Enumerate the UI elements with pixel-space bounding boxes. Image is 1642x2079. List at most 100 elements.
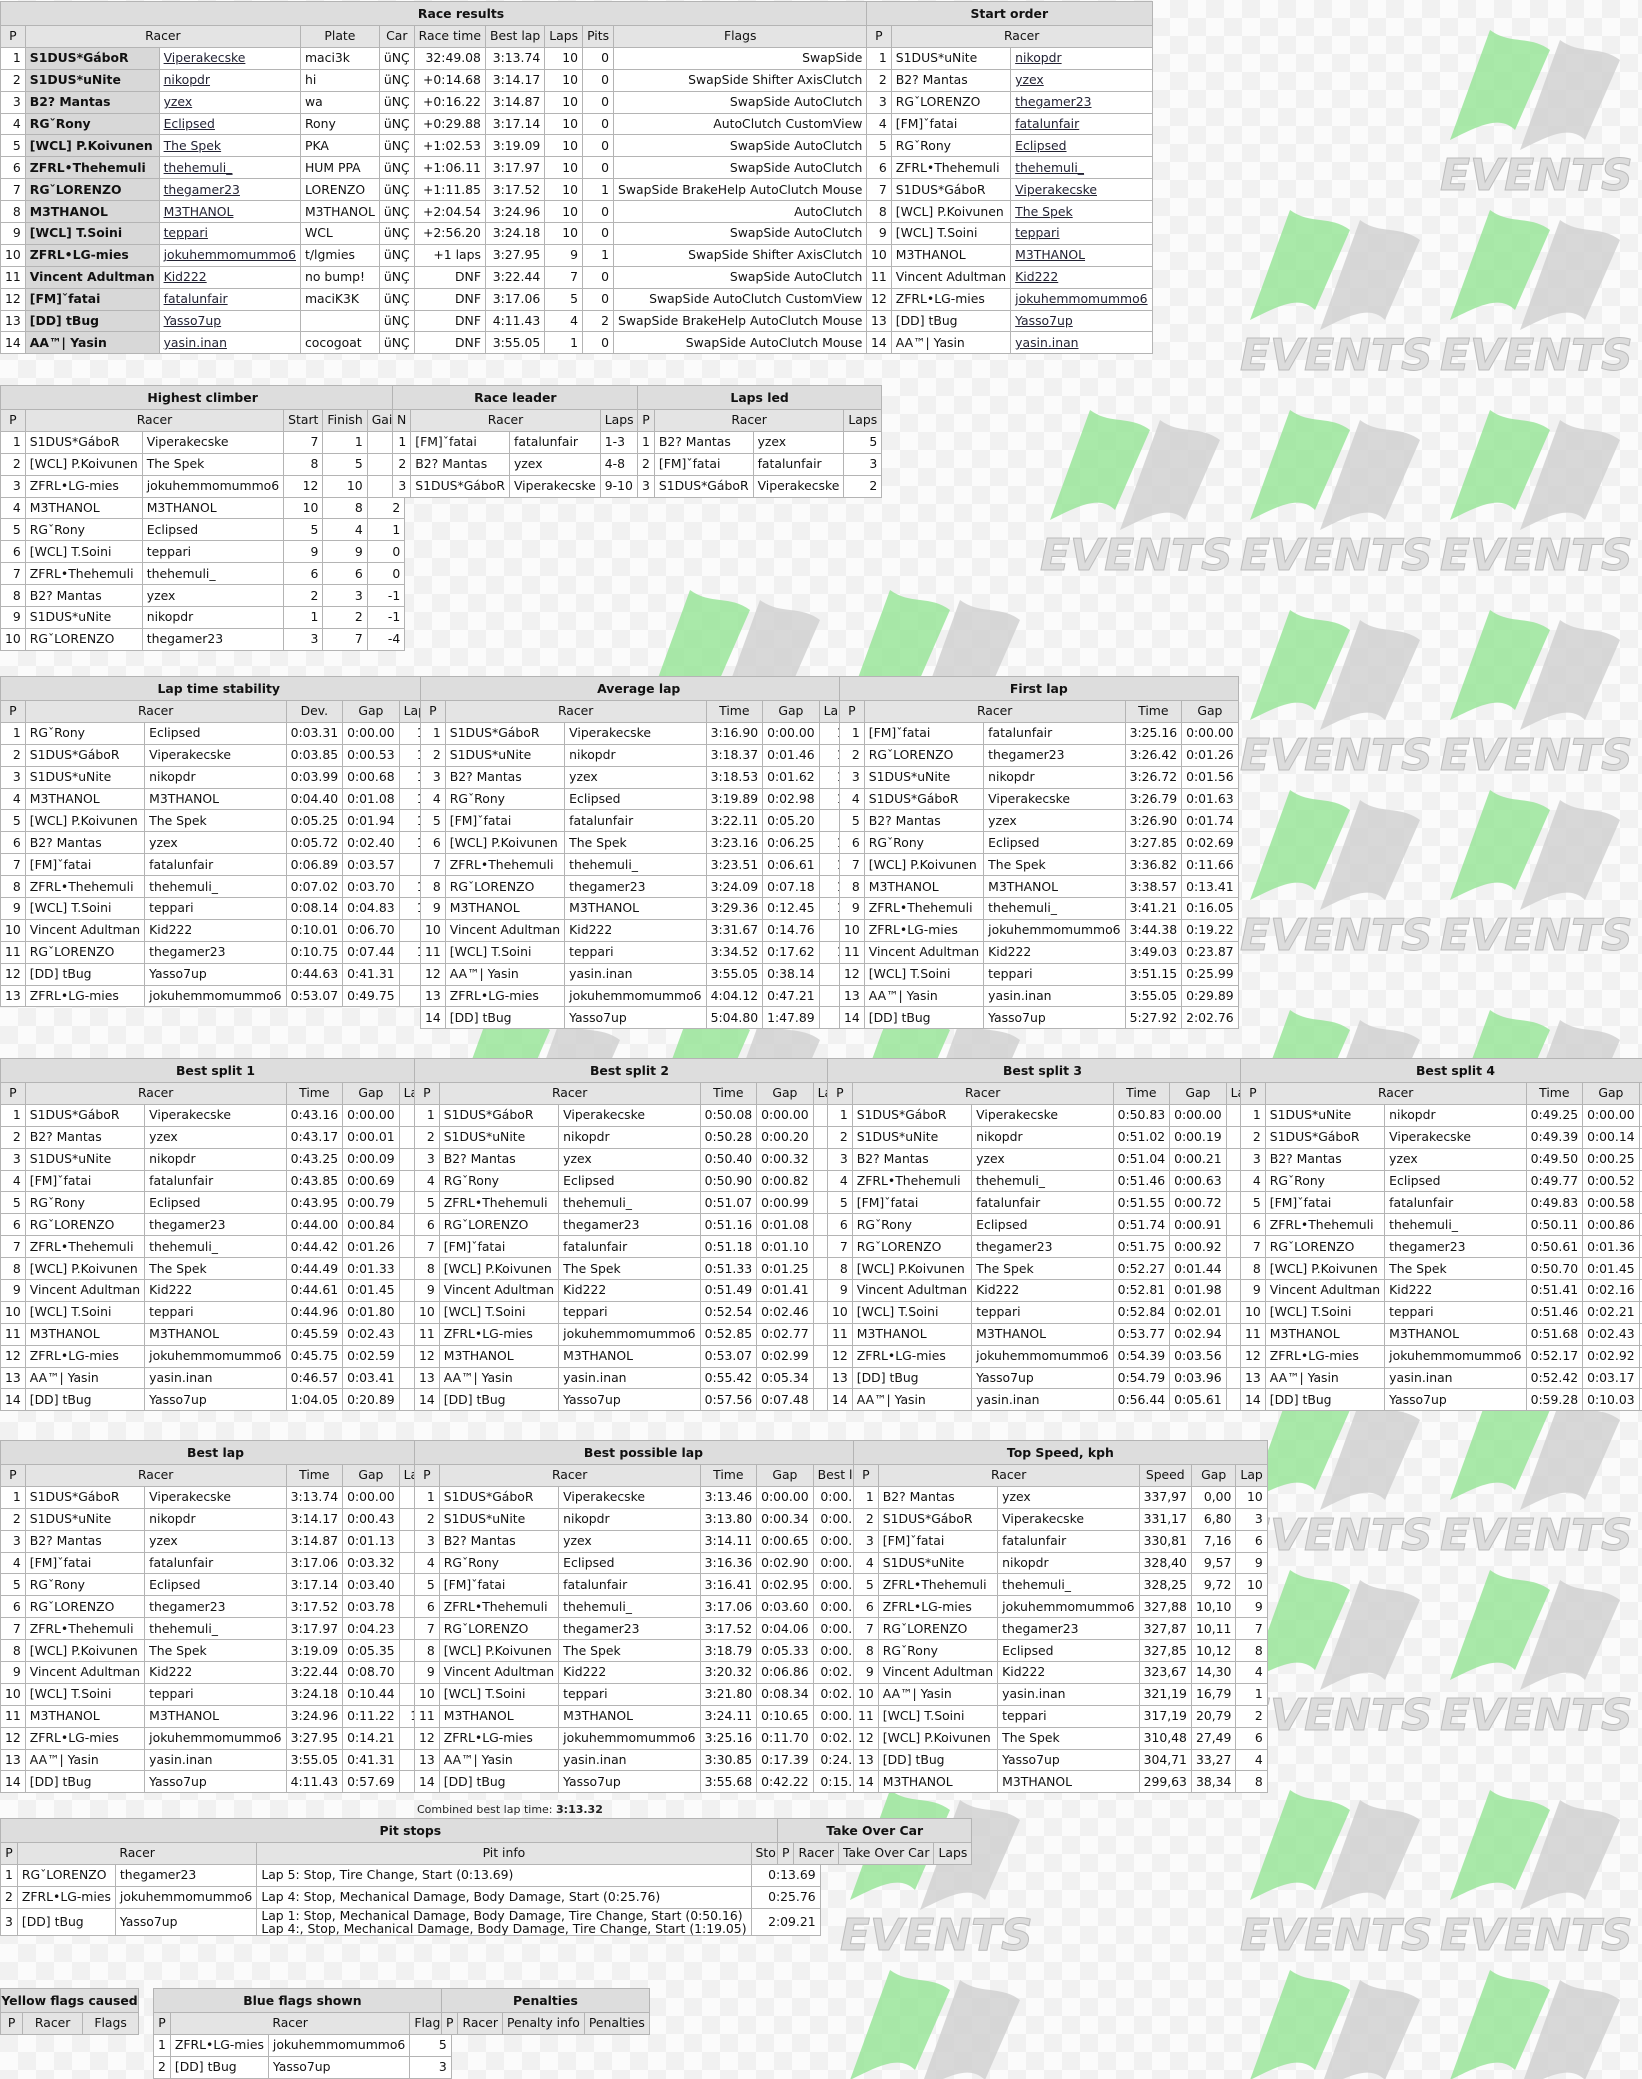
table-row: 1S1DUS*uNitenikopdr0:49.250:00.005 [1240,1103,1642,1127]
race-results-table: Race results P Racer Plate Car Race time Best … [0,1,923,355]
position-cell: 1 [0,46,26,70]
svg-text:EVENTS: EVENTS [1040,530,1233,581]
position-cell: 4 [839,787,865,811]
position-cell: 3 [827,1147,853,1171]
column-header: Racer [24,700,287,723]
events-logo-watermark: EVENTS [1440,790,1633,962]
value-cell: The Spek [971,1257,1114,1281]
value-cell: SwapSide Shifter AxisClutch [613,68,868,92]
position-cell: 6 [414,1595,440,1619]
column-header: Time [1112,1082,1171,1105]
table-title: Pit stops [0,1818,821,1842]
racer-profile-link[interactable]: fatalunfair [158,287,301,311]
value-cell: 0:00.84 [342,1213,400,1237]
racer-profile-link[interactable]: jokuhemmomummo6 [158,243,301,267]
value-cell: Rony [299,112,380,136]
value-cell: jokuhemmomummo6 [983,918,1126,942]
racer-profile-link[interactable]: Yasso7up [1010,309,1153,333]
value-cell: 0:02.21 [1582,1300,1640,1324]
racer-profile-link[interactable]: Kid222 [158,265,301,289]
racer-profile-link[interactable]: The Spek [158,134,301,158]
value-cell: yzex [141,584,285,608]
column-header: Gap [342,1082,400,1105]
value-cell: Yasso7up [558,1770,701,1794]
position-cell: 7 [827,1235,853,1259]
table-row: 12 [WCL] P.Koivunen The Spek 310,48 27,49 6 [853,1726,1268,1750]
racer-profile-link[interactable]: yzex [158,90,301,114]
racer-profile-link[interactable]: jokuhemmomummo6 [1010,287,1153,311]
racer-name-cell: B2? Mantas [410,452,510,476]
value-cell: 3:30.85 [699,1748,758,1772]
table-row: 1 RGˇLORENZO thegamer23 Lap 5: Stop, Tire C… [0,1863,821,1887]
racer-name-cell: B2? Mantas [24,831,146,855]
racer-profile-link[interactable]: thegamer23 [1010,90,1153,114]
racer-name-cell: S1DUS*GáboR [24,430,143,454]
racer-profile-link[interactable]: nikopdr [1010,46,1153,70]
racer-profile-link[interactable]: yzex [1010,68,1153,92]
column-header: P [420,700,446,723]
value-cell [299,309,380,333]
column-header: Gap [1582,1082,1640,1105]
racer-name-cell: RGˇRony [890,134,1012,158]
racer-profile-link[interactable]: Yasso7up [158,309,301,333]
value-cell: thegamer23 [141,627,285,651]
value-cell: 0:03.78 [342,1595,400,1619]
racer-profile-link[interactable]: yasin.inan [1010,331,1153,355]
racer-profile-link[interactable]: nikopdr [158,68,301,92]
racer-profile-link[interactable]: fatalunfair [1010,112,1153,136]
table-row: 11 Vincent Adultman Kid222 3:49.03 0:23.87 [839,940,1239,964]
racer-profile-link[interactable]: thegamer23 [158,178,301,202]
position-cell: 4 [1240,1169,1266,1193]
value-cell: M3THANOL [144,787,287,811]
column-header: Race time [413,25,486,48]
racer-name-cell: M3THANOL [24,787,146,811]
racer-profile-link[interactable]: teppari [158,222,301,245]
racer-profile-link[interactable]: Eclipsed [1010,134,1153,158]
value-cell: 1 [366,518,406,542]
value-cell: Yasso7up [971,1366,1114,1390]
racer-profile-link[interactable]: thehemuli_ [158,156,301,180]
racer-profile-link[interactable]: thehemuli_ [1010,156,1153,180]
value-cell: 3:19.09 [285,1639,344,1663]
racer-name-cell: [WCL] P.Koivunen [24,134,160,158]
table-row: 2S1DUS*uNitenikopdr0:51.020:00.194 [827,1125,1259,1149]
racer-profile-link[interactable]: Kid222 [1010,265,1153,289]
table-row: 9Vincent AdultmanKid2223:22.440:08.702 [0,1661,432,1684]
position-cell: 14 [866,331,892,355]
value-cell: 3:44.38 [1124,918,1183,942]
value-cell: nikopdr [971,1125,1114,1149]
value-cell: 0:02.77 [756,1322,814,1346]
racer-name-cell: [WCL] P.Koivunen [877,1726,999,1750]
value-cell: 0:01.74 [1181,809,1239,833]
value-cell: 0:56.44 [1112,1388,1171,1412]
racer-name-cell: [DD] tBug [24,1388,146,1412]
racer-profile-link[interactable]: Viperakecske [158,46,301,70]
racer-name-cell: Vincent Adultman [438,1661,560,1684]
position-cell: 5 [420,809,446,833]
column-header: Racer [24,409,285,432]
value-cell: Viperakecske [144,1103,287,1127]
racer-profile-link[interactable]: M3THANOL [1010,243,1153,267]
table-row: 3 RGˇLORENZO thegamer23 [866,90,1153,114]
table-row: 9Vincent AdultmanKid2220:51.410:02.161 [1240,1279,1642,1302]
value-cell: yasin.inan [144,1366,287,1390]
events-logo-watermark: EVENTS [1440,410,1633,582]
position-cell: 2 [414,1125,440,1149]
racer-profile-link[interactable]: yasin.inan [158,331,301,355]
events-logo-watermark: EVENTS [840,1790,1033,1962]
value-cell: 0:52.81 [1112,1279,1171,1302]
racer-profile-link[interactable]: Eclipsed [158,112,301,136]
value-cell: üNÇ [378,46,415,70]
value-cell: yasin.inan [558,1366,701,1390]
racer-profile-link[interactable]: M3THANOL [158,200,301,224]
table-row: 8 [WCL] P.Koivunen The Spek [866,200,1153,224]
racer-name-cell: M3THANOL [438,1344,560,1368]
column-header: Laps [599,409,639,432]
racer-profile-link[interactable]: The Spek [1010,200,1153,224]
racer-profile-link[interactable]: teppari [1010,222,1153,245]
value-cell: Lap 1: Stop, Mechanical Damage, Body Dam… [256,1907,752,1936]
racer-name-cell: [WCL] T.Soini [863,962,985,986]
position-cell: 8 [0,875,26,899]
value-cell: -1 [366,606,406,629]
racer-profile-link[interactable]: Viperakecske [1010,178,1153,202]
